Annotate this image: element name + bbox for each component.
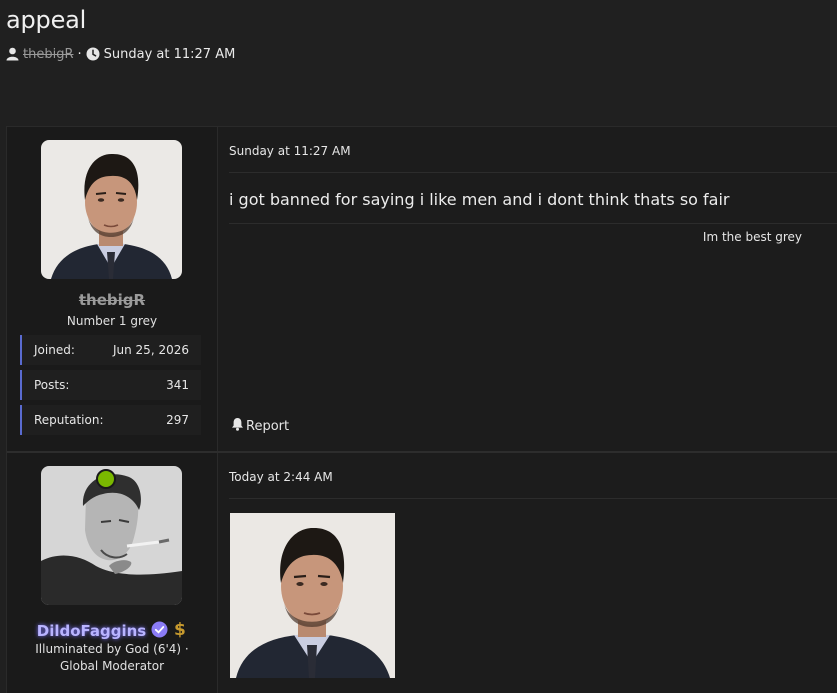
post-username[interactable]: thebigR — [7, 291, 217, 309]
post-arrow — [220, 470, 229, 488]
bell-icon — [231, 417, 244, 435]
post-signature: Im the best grey — [702, 230, 802, 244]
online-status-indicator — [96, 469, 116, 493]
divider — [229, 498, 837, 499]
user-title: Illuminated by God (6'4) · Global Modera… — [7, 641, 217, 675]
post: thebigR Number 1 grey Joined: Jun 25, 20… — [7, 127, 837, 453]
post-date-link[interactable]: Sunday at 11:27 AM — [229, 144, 351, 158]
thread-meta: thebigR · Sunday at 11:27 AM — [6, 45, 235, 63]
clock-icon — [86, 47, 100, 61]
post-username-row: DildoFaggins $ — [7, 619, 217, 643]
post-body: i got banned for saying i like men and i… — [229, 190, 730, 209]
user-stat-joined: Joined: Jun 25, 2026 — [20, 335, 201, 365]
thread-title: appeal — [6, 6, 87, 34]
post-user-sidebar: thebigR Number 1 grey Joined: Jun 25, 20… — [7, 127, 218, 451]
user-title-line: Illuminated by God (6'4) · — [35, 642, 189, 656]
user-role: Global Moderator — [59, 659, 165, 673]
svg-text:$: $ — [174, 620, 186, 639]
post: DildoFaggins $ Illuminated by God (6'4) … — [7, 453, 837, 693]
stat-label: Joined: — [34, 343, 75, 357]
thread-author-link[interactable]: thebigR — [23, 47, 73, 62]
user-title: Number 1 grey — [66, 314, 158, 328]
divider — [229, 172, 837, 173]
stat-label: Posts: — [34, 378, 70, 392]
verified-icon — [151, 621, 168, 642]
post-date-link[interactable]: Today at 2:44 AM — [229, 470, 333, 484]
report-label: Report — [246, 418, 290, 434]
post-username[interactable]: DildoFaggins — [37, 622, 147, 640]
user-stat-reputation: Reputation: 297 — [20, 405, 201, 435]
avatar[interactable] — [41, 140, 182, 279]
thread-posts: thebigR Number 1 grey Joined: Jun 25, 20… — [6, 126, 837, 693]
user-icon — [6, 47, 19, 61]
post-arrow — [220, 144, 229, 162]
meta-separator: · — [77, 46, 82, 62]
post-image-attachment[interactable] — [230, 513, 395, 678]
stat-value: 341 — [166, 378, 189, 392]
stat-value: Jun 25, 2026 — [112, 343, 189, 357]
post-content: Today at 2:44 AM — [220, 453, 837, 693]
stat-value: 297 — [166, 413, 189, 427]
dollar-icon: $ — [173, 619, 187, 643]
user-stat-posts: Posts: 341 — [20, 370, 201, 400]
post-content: Sunday at 11:27 AM i got banned for sayi… — [220, 127, 837, 451]
thread-date-link[interactable]: Sunday at 11:27 AM — [104, 47, 236, 62]
report-button[interactable]: Report — [231, 417, 289, 435]
signature-divider — [229, 223, 837, 224]
stat-label: Reputation: — [34, 413, 104, 427]
